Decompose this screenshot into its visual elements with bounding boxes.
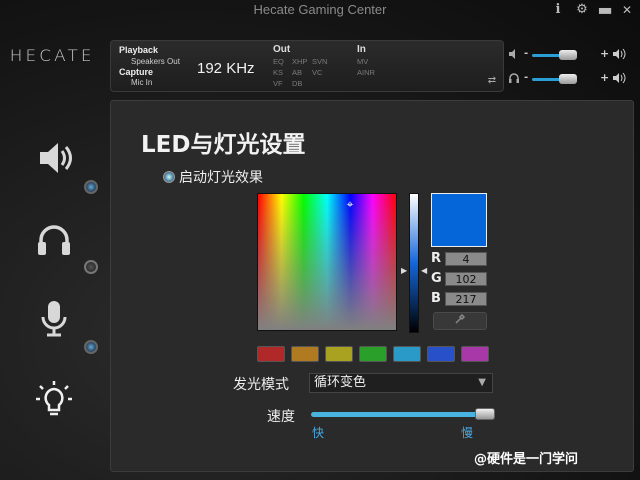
in-label: In: [357, 44, 366, 55]
speed-slider-knob[interactable]: [475, 408, 496, 420]
speed-slow-label: 慢: [461, 426, 474, 440]
speed-slider[interactable]: [311, 408, 496, 420]
current-color-swatch: [431, 193, 487, 247]
brightness-slider[interactable]: [409, 193, 419, 333]
chevron-down-icon[interactable]: ▼: [478, 374, 486, 392]
enable-lighting-label: 启动灯光效果: [179, 170, 263, 186]
speaker-volume-slider[interactable]: - +: [506, 47, 632, 63]
slider-pointer-right-icon: ▶: [401, 266, 408, 275]
picker-crosshair-icon[interactable]: ⌖: [344, 198, 356, 210]
led-settings-panel: LED与灯光设置 启动灯光效果 ⌖ ▶ ◀ R 4 G 102 B 217 发光…: [110, 100, 634, 472]
g-label: G: [431, 271, 442, 286]
light-mode-select[interactable]: 循环变色 ▼: [309, 373, 493, 393]
volume-down-icon[interactable]: -: [524, 72, 528, 83]
radio-icon[interactable]: [163, 171, 175, 183]
microphone-icon: [41, 301, 67, 337]
speaker-loud-icon: [612, 48, 626, 63]
playback-device: Speakers Out: [131, 57, 180, 66]
brand-logo: HECATE: [9, 46, 95, 65]
nav-status-dot: [84, 340, 98, 354]
speed-label: 速度: [267, 409, 295, 425]
eyedropper-icon: [455, 313, 466, 324]
playback-label: Playback: [119, 45, 159, 55]
headphone-volume-knob[interactable]: [559, 74, 578, 84]
speaker-icon: [40, 143, 72, 173]
close-icon[interactable]: ✕: [619, 2, 635, 18]
b-label: B: [431, 291, 441, 306]
b-value-input[interactable]: 217: [445, 292, 487, 306]
volume-up-icon[interactable]: +: [600, 47, 609, 60]
preset-color-cyan[interactable]: [393, 346, 421, 362]
minimize-icon[interactable]: ▬: [597, 2, 613, 18]
headphone-volume-track[interactable]: [532, 74, 598, 84]
preset-color-red[interactable]: [257, 346, 285, 362]
app-window: Hecate Gaming Center i ⚙ ▬ ✕ HECATE Play…: [0, 0, 640, 480]
headphone-icon: [38, 225, 70, 255]
sample-rate: 192 KHz: [197, 60, 255, 77]
preset-color-magenta[interactable]: [461, 346, 489, 362]
eyedropper-button[interactable]: [433, 312, 487, 330]
volume-up-icon[interactable]: +: [600, 71, 609, 84]
page-title: LED与灯光设置: [141, 132, 306, 158]
headphone-volume-slider[interactable]: - +: [506, 71, 632, 87]
slider-pointer-left-icon: ◀: [421, 266, 428, 275]
preset-color-blue[interactable]: [427, 346, 455, 362]
enable-lighting-toggle[interactable]: 启动灯光效果: [163, 167, 263, 186]
out-tag-vf: VF: [273, 79, 283, 88]
out-tag-db: DB: [292, 79, 303, 88]
r-value-input[interactable]: 4: [445, 252, 487, 266]
out-tag-xhp: XHP: [292, 57, 308, 66]
nav-headphone[interactable]: [34, 220, 78, 260]
light-mode-value: 循环变色: [314, 375, 367, 390]
info-icon[interactable]: i: [550, 2, 566, 18]
light-mode-label: 发光模式: [233, 377, 289, 393]
watermark-text: @硬件是一门学问: [474, 452, 579, 467]
capture-device: Mic In: [131, 78, 153, 87]
swap-arrows-icon[interactable]: ⇄: [485, 75, 499, 87]
gear-icon[interactable]: ⚙: [574, 2, 590, 18]
device-info-panel: Playback Speakers Out Capture Mic In 192…: [110, 40, 504, 92]
out-tag-svn: SVN: [312, 57, 328, 66]
capture-label: Capture: [119, 67, 154, 77]
color-spectrum-picker[interactable]: ⌖: [257, 193, 397, 331]
title-bar: Hecate Gaming Center i ⚙ ▬ ✕: [0, 0, 640, 22]
headphone-icon: [508, 72, 520, 87]
window-title: Hecate Gaming Center: [253, 2, 387, 17]
light-bulb-icon: [36, 381, 72, 416]
preset-color-orange[interactable]: [291, 346, 319, 362]
out-label: Out: [273, 44, 291, 55]
nav-speaker[interactable]: [34, 138, 78, 178]
speaker-loud-icon: [612, 72, 626, 87]
preset-color-green[interactable]: [359, 346, 387, 362]
speaker-volume-track[interactable]: [532, 50, 598, 60]
nav-lighting[interactable]: [34, 380, 78, 420]
g-value-input[interactable]: 102: [445, 272, 487, 286]
in-tag-ainr: AINR: [357, 68, 375, 77]
in-tag-mv: MV: [357, 57, 369, 66]
speaker-icon: [508, 48, 520, 63]
out-tag-ks: KS: [273, 68, 284, 77]
out-tag-eq: EQ: [273, 57, 284, 66]
speaker-volume-knob[interactable]: [559, 50, 578, 60]
volume-down-icon[interactable]: -: [524, 48, 528, 59]
r-label: R: [431, 251, 442, 266]
out-tag-ab: AB: [292, 68, 303, 77]
preset-color-yellow[interactable]: [325, 346, 353, 362]
nav-microphone[interactable]: [34, 298, 78, 338]
nav-status-dot: [84, 180, 98, 194]
nav-status-dot: [84, 260, 98, 274]
out-tag-vc: VC: [312, 68, 323, 77]
speed-fast-label: 快: [312, 426, 325, 440]
